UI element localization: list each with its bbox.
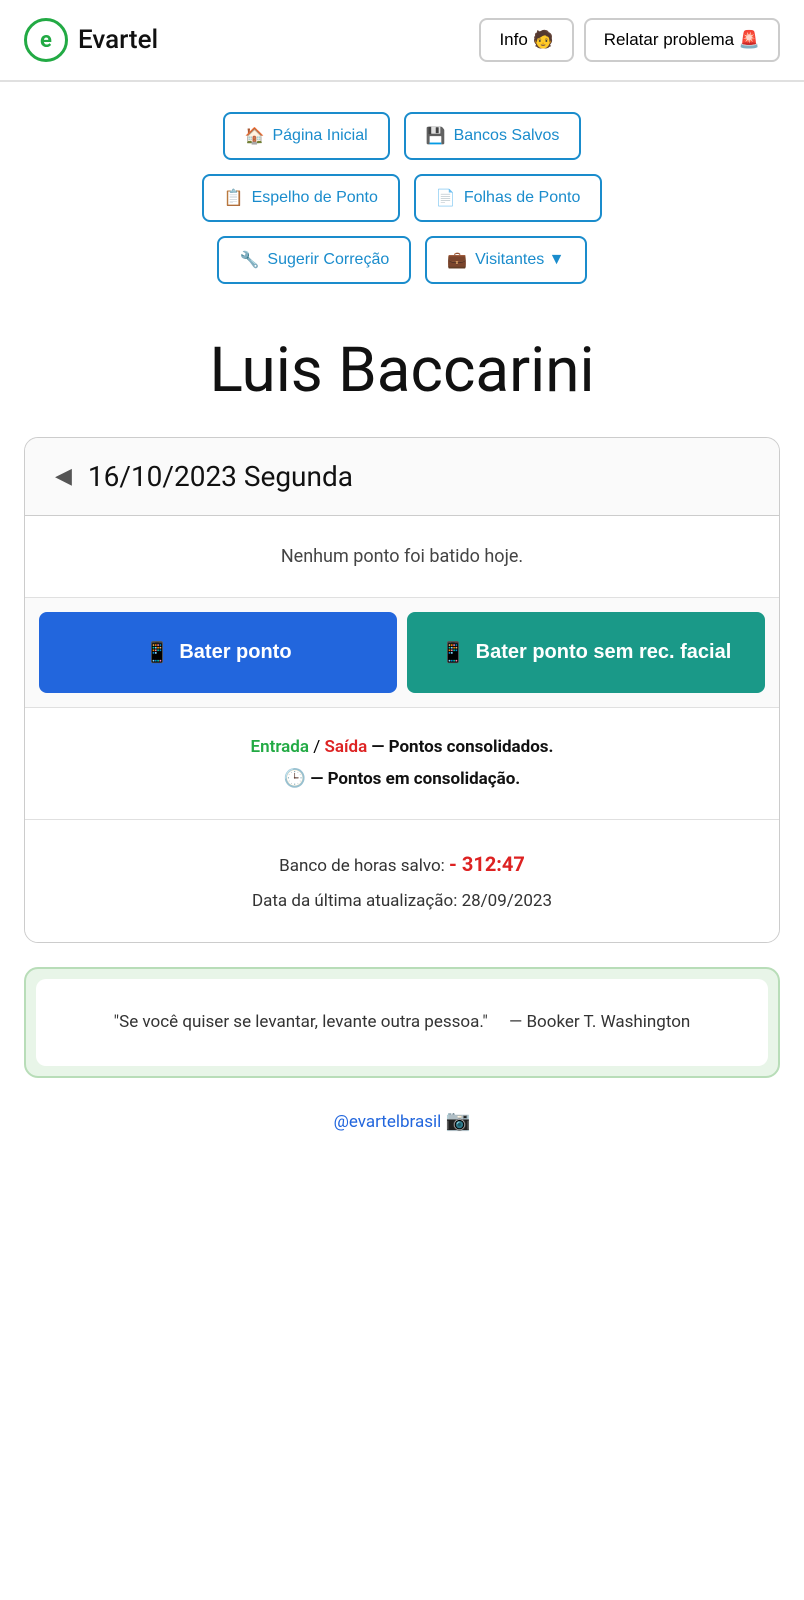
bater-ponto-sem-facial-button[interactable]: 📱 Bater ponto sem rec. facial: [407, 612, 765, 693]
banco-section: Banco de horas salvo: - 312:47 Data da ú…: [25, 820, 779, 942]
nav-folhas-ponto[interactable]: 📄 Folhas de Ponto: [414, 174, 602, 222]
banco-value: - 312:47: [449, 852, 525, 876]
no-punch-message: Nenhum ponto foi batido hoje.: [25, 516, 779, 598]
legend-line-2: 🕒 — Pontos em consolidação.: [55, 763, 749, 795]
legend-section: Entrada / Saída — Pontos consolidados. 🕒…: [25, 708, 779, 820]
instagram-handle: @evartelbrasil: [334, 1112, 442, 1132]
card-date-header: ◀ 16/10/2023 Segunda: [25, 438, 779, 516]
phone-icon-2: 📱: [441, 640, 466, 665]
nav-row-1: 🏠 Página Inicial 💾 Bancos Salvos: [223, 112, 582, 160]
header-buttons: Info 🧑 Relatar problema 🚨: [479, 18, 780, 62]
nav-bancos-salvos[interactable]: 💾 Bancos Salvos: [404, 112, 582, 160]
date-display: 16/10/2023 Segunda: [88, 460, 353, 493]
app-header: e Evartel Info 🧑 Relatar problema 🚨: [0, 0, 804, 82]
back-arrow-button[interactable]: ◀: [55, 464, 72, 489]
saida-label: Saída: [324, 737, 367, 757]
instagram-link[interactable]: @evartelbrasil 📷: [334, 1112, 471, 1132]
clock-icon: 🕒: [284, 768, 306, 789]
quote-text: "Se você quiser se levantar, levante out…: [114, 1012, 488, 1032]
nav-section: 🏠 Página Inicial 💾 Bancos Salvos 📋 Espel…: [0, 82, 804, 294]
logo-icon: e: [24, 18, 68, 62]
clipboard-icon: 📋: [224, 188, 244, 208]
app-name: Evartel: [78, 25, 158, 55]
phone-icon-1: 📱: [144, 640, 169, 665]
banco-update-line: Data da última atualização: 28/09/2023: [55, 884, 749, 918]
bater-ponto-button[interactable]: 📱 Bater ponto: [39, 612, 397, 693]
footer: @evartelbrasil 📷: [0, 1078, 804, 1172]
nav-visitantes[interactable]: 💼 Visitantes ▼: [425, 236, 586, 284]
info-button[interactable]: Info 🧑: [479, 18, 573, 62]
consolidated-text: — Pontos consolidados.: [371, 737, 553, 757]
banco-update-date: 28/09/2023: [462, 891, 552, 911]
consolidating-text: — Pontos em consolidação.: [310, 769, 520, 789]
user-name: Luis Baccarini: [0, 294, 804, 437]
legend-line-1: Entrada / Saída — Pontos consolidados.: [55, 732, 749, 763]
main-card: ◀ 16/10/2023 Segunda Nenhum ponto foi ba…: [24, 437, 780, 943]
nav-espelho-ponto[interactable]: 📋 Espelho de Ponto: [202, 174, 400, 222]
document-icon: 📄: [436, 188, 456, 208]
logo-area: e Evartel: [24, 18, 158, 62]
save-icon: 💾: [426, 126, 446, 146]
report-button[interactable]: Relatar problema 🚨: [584, 18, 780, 62]
nav-sugerir-correcao[interactable]: 🔧 Sugerir Correção: [217, 236, 411, 284]
banco-saved-line: Banco de horas salvo: - 312:47: [55, 844, 749, 884]
entrada-label: Entrada: [251, 737, 309, 757]
quote-author: — Booker T. Washington: [509, 1012, 690, 1032]
quote-inner: "Se você quiser se levantar, levante out…: [36, 979, 768, 1066]
quote-section: "Se você quiser se levantar, levante out…: [24, 967, 780, 1078]
home-icon: 🏠: [245, 126, 265, 146]
wrench-icon: 🔧: [239, 250, 259, 270]
punch-buttons-area: 📱 Bater ponto 📱 Bater ponto sem rec. fac…: [25, 598, 779, 708]
nav-row-3: 🔧 Sugerir Correção 💼 Visitantes ▼: [217, 236, 586, 284]
nav-row-2: 📋 Espelho de Ponto 📄 Folhas de Ponto: [202, 174, 603, 222]
briefcase-icon: 💼: [447, 250, 467, 270]
instagram-icon: 📷: [446, 1108, 471, 1132]
nav-pagina-inicial[interactable]: 🏠 Página Inicial: [223, 112, 390, 160]
